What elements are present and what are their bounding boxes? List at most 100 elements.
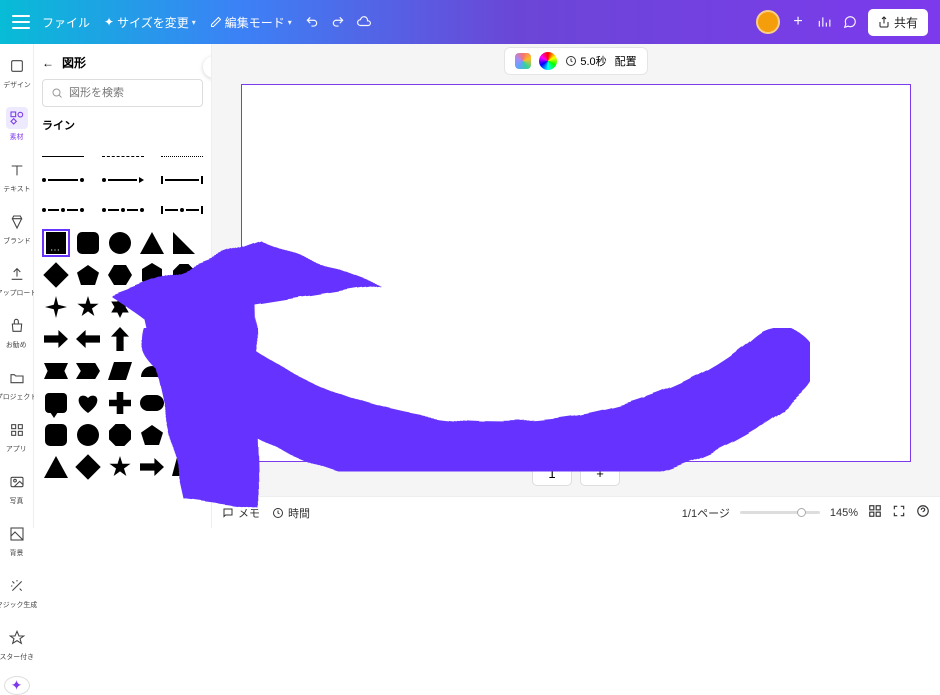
shape-star6[interactable] bbox=[106, 293, 134, 321]
shape-grid bbox=[42, 229, 203, 481]
shape-arrow-left[interactable] bbox=[74, 325, 102, 353]
share-button[interactable]: 共有 bbox=[868, 9, 928, 36]
page-indicator[interactable]: 1/1ページ bbox=[682, 505, 730, 521]
shape-arrow-right[interactable] bbox=[42, 325, 70, 353]
edit-mode-menu[interactable]: 編集モード▾ bbox=[208, 10, 294, 35]
shape-parallelogram[interactable] bbox=[106, 357, 134, 385]
rail-background[interactable]: 背景 bbox=[0, 520, 33, 561]
avatar[interactable] bbox=[756, 10, 780, 34]
comment-icon[interactable] bbox=[842, 14, 858, 30]
duration-footer-button[interactable]: 時間 bbox=[272, 505, 310, 521]
shape-arrow-up[interactable] bbox=[106, 325, 134, 353]
line-node-3[interactable] bbox=[161, 206, 203, 214]
rail-upload[interactable]: アップロード bbox=[0, 260, 33, 301]
rail-elements[interactable]: 素材 bbox=[0, 104, 33, 145]
duration-button[interactable]: 5.0秒 bbox=[565, 53, 606, 69]
cloud-sync-icon[interactable] bbox=[356, 14, 372, 30]
shape-star5[interactable] bbox=[74, 293, 102, 321]
shape-square2[interactable] bbox=[170, 389, 198, 417]
menu-icon[interactable] bbox=[12, 15, 30, 29]
shape-hexagon-v[interactable] bbox=[138, 261, 166, 289]
search-icon bbox=[51, 87, 63, 99]
rail-brand[interactable]: ブランド bbox=[0, 208, 33, 249]
fullscreen-icon[interactable] bbox=[892, 504, 906, 521]
shape-square[interactable] bbox=[42, 229, 70, 257]
shape-plus[interactable] bbox=[106, 389, 134, 417]
panel-title: 図形 bbox=[62, 54, 86, 71]
rail-apps[interactable]: アプリ bbox=[0, 416, 33, 457]
back-icon[interactable]: ← bbox=[42, 56, 54, 70]
rail-design[interactable]: デザイン bbox=[0, 52, 33, 93]
top-bar: ファイル ✦ サイズを変更▾ 編集モード▾ + 共有 bbox=[0, 0, 940, 44]
shape-tri2[interactable] bbox=[42, 453, 70, 481]
line-bar-ends[interactable] bbox=[161, 176, 203, 184]
shape-star4[interactable] bbox=[42, 293, 70, 321]
shape-chevron[interactable] bbox=[74, 357, 102, 385]
analytics-icon[interactable] bbox=[816, 14, 832, 30]
shape-hexagon[interactable] bbox=[106, 261, 134, 289]
rail-photos[interactable]: 写真 bbox=[0, 468, 33, 509]
resize-menu[interactable]: ✦ サイズを変更▾ bbox=[102, 10, 198, 35]
shape-diam2[interactable] bbox=[74, 453, 102, 481]
shape-trap2[interactable] bbox=[170, 453, 198, 481]
shape-rounded-square[interactable] bbox=[74, 229, 102, 257]
shape-trapezoid[interactable] bbox=[170, 325, 198, 353]
memo-button[interactable]: メモ bbox=[222, 505, 260, 521]
line-node[interactable] bbox=[42, 208, 84, 212]
redo-icon[interactable] bbox=[330, 14, 346, 30]
shape-circle2[interactable] bbox=[74, 421, 102, 449]
line-node-2[interactable] bbox=[102, 208, 144, 212]
shape-heart[interactable] bbox=[74, 389, 102, 417]
left-rail: デザイン 素材 テキスト ブランド アップロード お勧め プロジェクト アプリ … bbox=[0, 44, 34, 528]
zoom-slider[interactable] bbox=[740, 511, 820, 514]
rail-project[interactable]: プロジェクト bbox=[0, 364, 33, 405]
shape-banner[interactable] bbox=[42, 357, 70, 385]
canvas-page[interactable] bbox=[241, 84, 911, 462]
shape-right-triangle[interactable] bbox=[170, 229, 198, 257]
shape-semi[interactable] bbox=[138, 357, 166, 385]
line-arrow[interactable] bbox=[102, 177, 144, 183]
file-menu[interactable]: ファイル bbox=[40, 10, 92, 35]
line-solid[interactable] bbox=[42, 143, 84, 157]
add-page-button[interactable]: + bbox=[580, 460, 620, 486]
rail-text[interactable]: テキスト bbox=[0, 156, 33, 197]
rail-recommend[interactable]: お勧め bbox=[0, 312, 33, 353]
line-dot-ends[interactable] bbox=[42, 178, 84, 182]
shape-quarter[interactable] bbox=[170, 357, 198, 385]
shape-octagon[interactable] bbox=[170, 261, 198, 289]
shape-star5b[interactable] bbox=[106, 453, 134, 481]
search-input[interactable] bbox=[42, 79, 203, 107]
help-icon[interactable] bbox=[916, 504, 930, 521]
rail-starred[interactable]: スター付き bbox=[0, 624, 33, 665]
rail-magic[interactable]: マジック生成 bbox=[0, 572, 33, 613]
shape-callout[interactable] bbox=[42, 389, 70, 417]
shape-arrow-down[interactable] bbox=[138, 325, 166, 353]
panel-collapse-button[interactable]: ‹ bbox=[203, 56, 212, 78]
shape-diamond[interactable] bbox=[42, 261, 70, 289]
shape-pent2[interactable] bbox=[138, 421, 166, 449]
color-picker-icon[interactable] bbox=[539, 52, 557, 70]
shape-oct2[interactable] bbox=[106, 421, 134, 449]
shape-rsq2[interactable] bbox=[42, 421, 70, 449]
zoom-label[interactable]: 145% bbox=[830, 507, 858, 519]
add-member-icon[interactable]: + bbox=[790, 14, 806, 30]
undo-icon[interactable] bbox=[304, 14, 320, 30]
shape-pentagon[interactable] bbox=[74, 261, 102, 289]
shape-burst[interactable] bbox=[138, 293, 166, 321]
line-dashed[interactable] bbox=[102, 143, 144, 157]
footer-bar: メモ 時間 1/1ページ 145% bbox=[212, 496, 940, 528]
page-number-input[interactable]: 1 bbox=[532, 460, 572, 486]
position-button[interactable]: 配置 bbox=[615, 53, 637, 69]
shape-burst2[interactable] bbox=[170, 293, 198, 321]
shape-hex3[interactable] bbox=[170, 421, 198, 449]
shape-arrow-r2[interactable] bbox=[138, 453, 166, 481]
shape-pill[interactable] bbox=[138, 389, 166, 417]
line-dotted[interactable] bbox=[161, 143, 203, 157]
canvas-area: 5.0秒 配置 1 + メモ 時間 1/1ページ 145% bbox=[212, 44, 940, 528]
shape-triangle[interactable] bbox=[138, 229, 166, 257]
shape-circle[interactable] bbox=[106, 229, 134, 257]
grid-view-icon[interactable] bbox=[868, 504, 882, 521]
rail-ai-fab[interactable]: ✦ bbox=[4, 676, 30, 695]
magic-icon[interactable] bbox=[515, 53, 531, 69]
section-line-title: ライン bbox=[42, 117, 203, 133]
